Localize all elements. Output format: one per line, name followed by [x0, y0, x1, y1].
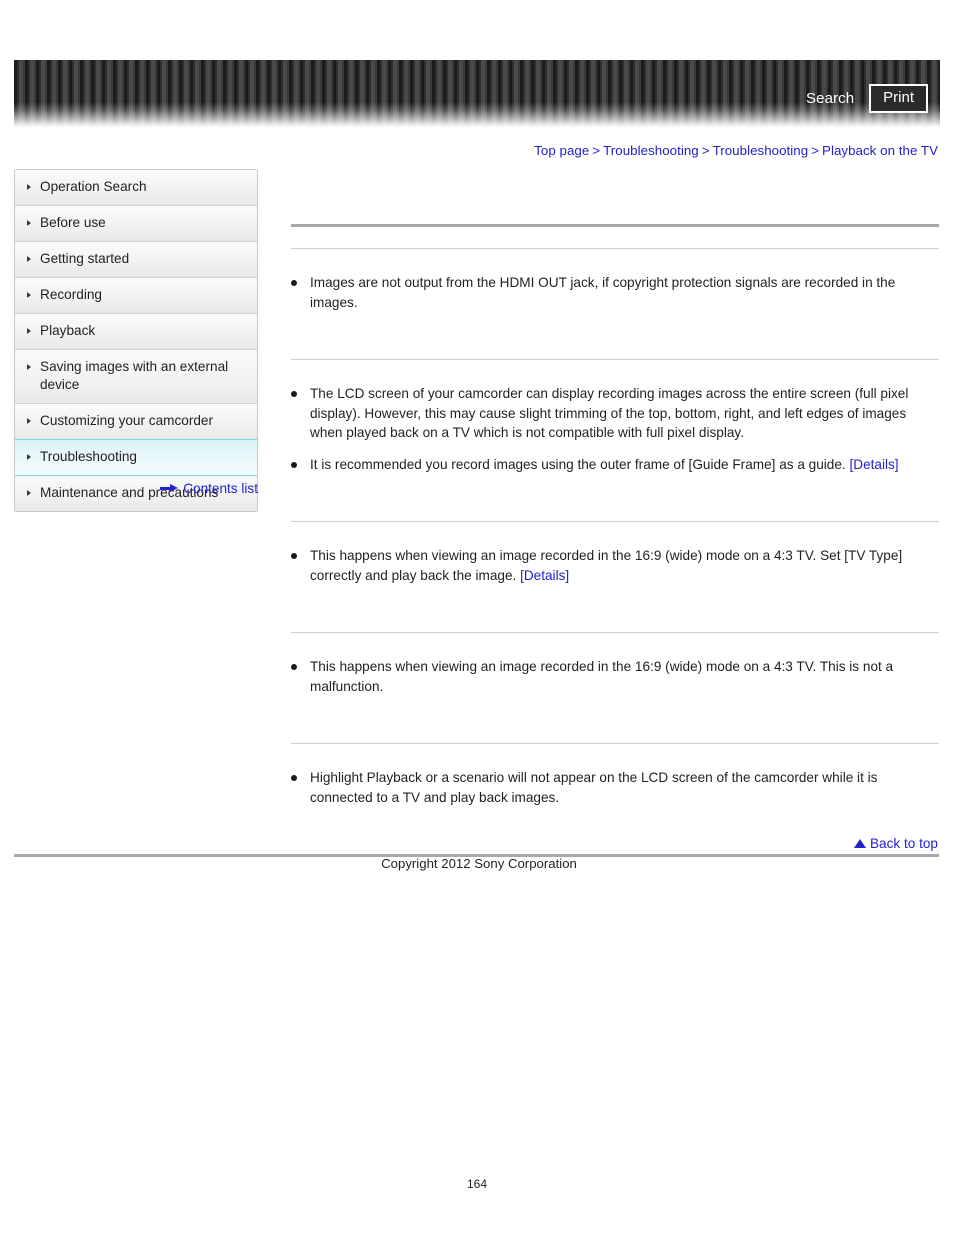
chevron-right-icon — [27, 220, 31, 226]
breadcrumb-item-1[interactable]: Top page — [534, 143, 589, 158]
page-title — [291, 180, 939, 224]
triangle-up-icon — [853, 839, 866, 848]
sidebar-item-label: Customizing your camcorder — [40, 413, 214, 428]
section-heading — [291, 338, 939, 359]
chevron-right-icon — [27, 292, 31, 298]
sidebar-item-label: Saving images with an external device — [40, 359, 229, 392]
page-number: 164 — [466, 1177, 488, 1191]
breadcrumb-separator: > — [701, 143, 710, 158]
chevron-right-icon — [27, 454, 31, 460]
section-heading — [291, 227, 939, 248]
sidebar-item-playback[interactable]: Playback — [15, 314, 257, 350]
chevron-right-icon — [27, 184, 31, 190]
sidebar-item-customizing-your-camcorder[interactable]: Customizing your camcorder — [15, 404, 257, 440]
bullet-text: The LCD screen of your camcorder can dis… — [310, 384, 939, 443]
bullet-item: It is recommended you record images usin… — [291, 455, 939, 475]
header-fade-overlay — [14, 60, 940, 128]
back-to-top-link[interactable]: Back to top — [853, 836, 938, 851]
sidebar-item-troubleshooting[interactable]: Troubleshooting — [15, 439, 257, 476]
sidebar-item-recording[interactable]: Recording — [15, 278, 257, 314]
bullet-item: This happens when viewing an image recor… — [291, 546, 939, 585]
bullet-text-body: This happens when viewing an image recor… — [310, 659, 894, 694]
bullet-dot-icon — [291, 280, 297, 286]
print-button[interactable]: Print — [869, 84, 928, 113]
section-body: Highlight Playback or a scenario will no… — [291, 744, 939, 833]
bullet-text-body: Highlight Playback or a scenario will no… — [310, 770, 878, 805]
bullet-item: The LCD screen of your camcorder can dis… — [291, 384, 939, 443]
bullet-text-body: It is recommended you record images usin… — [310, 456, 850, 472]
bullet-text-body: This happens when viewing an image recor… — [310, 548, 903, 583]
search-button[interactable]: Search — [804, 88, 856, 109]
section-body: Images are not output from the HDMI OUT … — [291, 249, 939, 338]
header-banner: Search Print — [14, 60, 940, 128]
bullet-dot-icon — [291, 775, 297, 781]
chevron-right-icon — [27, 364, 31, 370]
chevron-right-icon — [27, 256, 31, 262]
sidebar-item-label: Playback — [40, 323, 96, 338]
bullet-text: This happens when viewing an image recor… — [310, 657, 939, 696]
bullet-text-body: Images are not output from the HDMI OUT … — [310, 275, 896, 310]
bullet-item: Images are not output from the HDMI OUT … — [291, 273, 939, 312]
bullet-text: Images are not output from the HDMI OUT … — [310, 273, 939, 312]
arrow-right-icon — [160, 484, 179, 493]
bullet-dot-icon — [291, 664, 297, 670]
bullet-text: This happens when viewing an image recor… — [310, 546, 939, 585]
back-to-top-label: Back to top — [869, 836, 938, 851]
section-body: This happens when viewing an image recor… — [291, 522, 939, 611]
contents-list-link[interactable]: Contents list — [14, 481, 258, 496]
bullet-dot-icon — [291, 553, 297, 559]
bullet-text: Highlight Playback or a scenario will no… — [310, 768, 939, 807]
sidebar-nav: Operation Search Before use Getting starte… — [14, 169, 258, 512]
bullet-item: Highlight Playback or a scenario will no… — [291, 768, 939, 807]
sidebar-item-saving-images-with-an-external-device[interactable]: Saving images with an external device — [15, 350, 257, 404]
bullet-text: It is recommended you record images usin… — [310, 455, 939, 475]
bullet-dot-icon — [291, 391, 297, 397]
breadcrumb-separator: > — [592, 143, 601, 158]
bullet-item: This happens when viewing an image recor… — [291, 657, 939, 696]
contents-list-label: Contents list — [183, 481, 258, 496]
sidebar-item-label: Recording — [40, 287, 102, 302]
breadcrumb-item-2[interactable]: Troubleshooting — [603, 143, 699, 158]
breadcrumb-item-4[interactable]: Playback on the TV — [822, 143, 938, 158]
breadcrumb: Top page > Troubleshooting > Troubleshooting… — [534, 143, 938, 158]
details-link[interactable]: [Details] — [520, 568, 569, 583]
sidebar-item-label: Getting started — [40, 251, 130, 266]
sidebar-item-before-use[interactable]: Before use — [15, 206, 257, 242]
details-link[interactable]: [Details] — [849, 457, 898, 472]
section-heading — [291, 500, 939, 521]
section-heading — [291, 722, 939, 743]
copyright-text: Copyright 2012 Sony Corporation — [381, 856, 577, 871]
sidebar-item-getting-started[interactable]: Getting started — [15, 242, 257, 278]
sidebar-item-label: Before use — [40, 215, 106, 230]
section-body: The LCD screen of your camcorder can dis… — [291, 360, 939, 500]
header-controls: Search Print — [804, 84, 928, 113]
sidebar-item-label: Operation Search — [40, 179, 147, 194]
bullet-text-body: The LCD screen of your camcorder can dis… — [310, 386, 909, 440]
chevron-right-icon — [27, 328, 31, 334]
section-heading — [291, 611, 939, 632]
section-body: This happens when viewing an image recor… — [291, 633, 939, 722]
sidebar-item-operation-search[interactable]: Operation Search — [15, 170, 257, 206]
main-content: Images are not output from the HDMI OUT … — [291, 180, 939, 833]
sidebar-item-label: Troubleshooting — [40, 449, 137, 464]
breadcrumb-item-3[interactable]: Troubleshooting — [713, 143, 809, 158]
breadcrumb-separator: > — [811, 143, 820, 158]
chevron-right-icon — [27, 418, 31, 424]
bullet-dot-icon — [291, 461, 297, 468]
